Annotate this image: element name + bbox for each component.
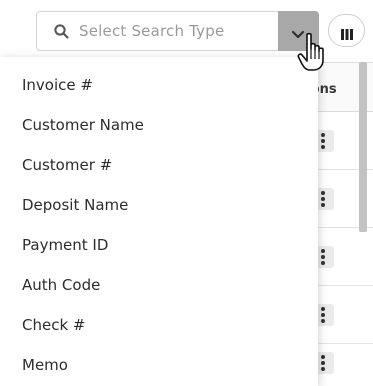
search-type-dropdown-menu: Invoice # Customer Name Customer # Depos… xyxy=(0,57,318,386)
table-scrollbar[interactable] xyxy=(359,62,367,232)
columns-icon xyxy=(341,25,353,44)
menu-item-invoice-number[interactable]: Invoice # xyxy=(0,67,318,107)
menu-item-label: Customer # xyxy=(22,156,113,174)
menu-item-memo[interactable]: Memo xyxy=(0,347,318,386)
menu-item-label: Auth Code xyxy=(22,276,101,294)
menu-item-payment-id[interactable]: Payment ID xyxy=(0,227,318,267)
menu-item-label: Customer Name xyxy=(22,116,144,134)
menu-item-customer-number[interactable]: Customer # xyxy=(0,147,318,187)
menu-item-label: Check # xyxy=(22,316,86,334)
columns-button[interactable] xyxy=(328,14,365,47)
search-type-select[interactable]: Select Search Type xyxy=(36,11,319,51)
menu-item-label: Memo xyxy=(22,356,68,374)
hand-cursor-icon xyxy=(296,32,330,74)
menu-item-customer-name[interactable]: Customer Name xyxy=(0,107,318,147)
menu-item-label: Invoice # xyxy=(22,76,93,94)
menu-item-auth-code[interactable]: Auth Code xyxy=(0,267,318,307)
menu-item-label: Payment ID xyxy=(22,236,109,254)
menu-item-check-number[interactable]: Check # xyxy=(0,307,318,347)
search-type-placeholder: Select Search Type xyxy=(79,22,225,40)
search-icon xyxy=(53,23,71,41)
menu-item-deposit-name[interactable]: Deposit Name xyxy=(0,187,318,227)
menu-item-label: Deposit Name xyxy=(22,196,129,214)
